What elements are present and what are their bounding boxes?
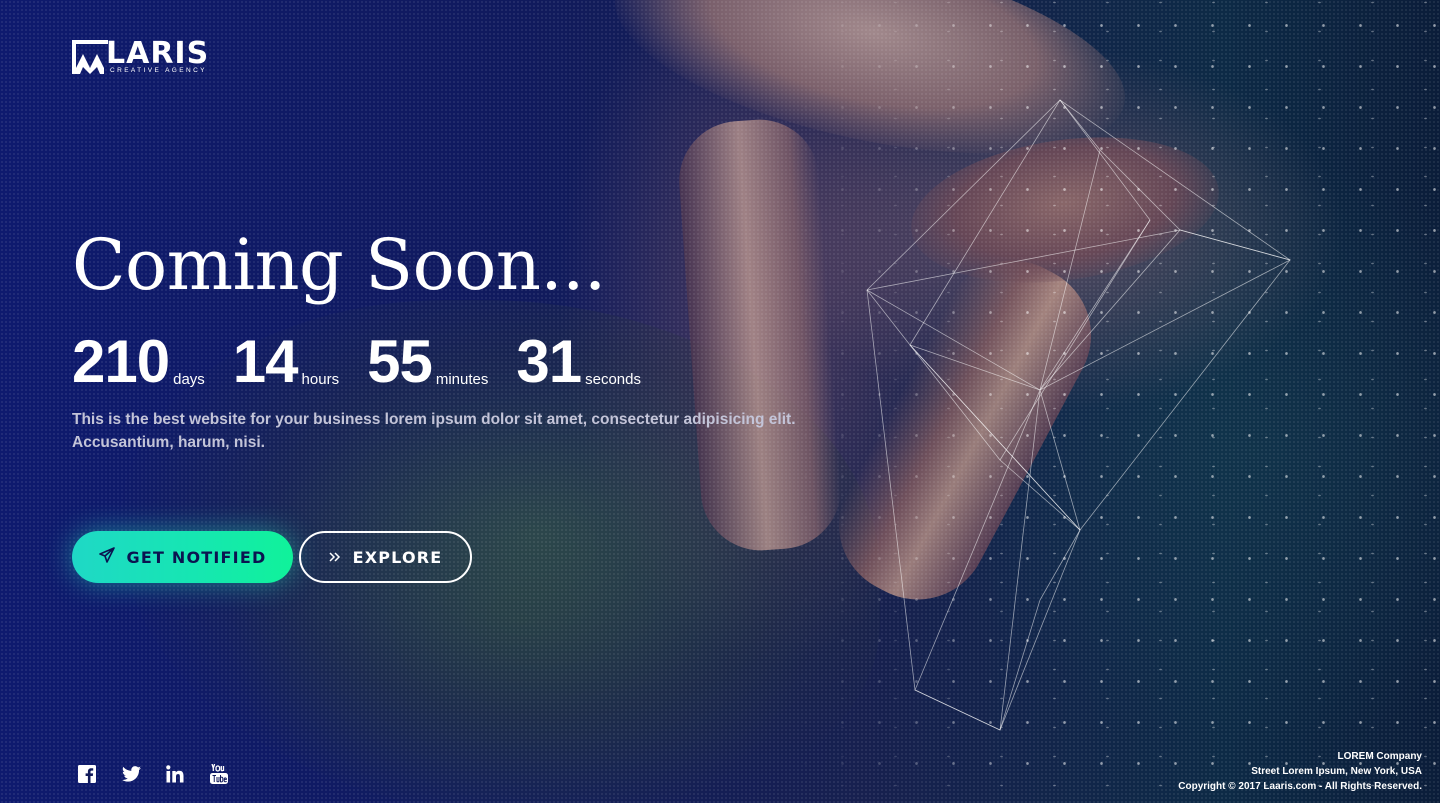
countdown-minutes: 55 minutes	[367, 330, 488, 394]
facebook-icon[interactable]	[78, 764, 122, 784]
get-notified-button[interactable]: GET NOTIFIED	[72, 531, 293, 583]
twitter-icon[interactable]	[122, 764, 166, 784]
get-notified-label: GET NOTIFIED	[126, 547, 267, 567]
page-title: Coming Soon...	[72, 224, 606, 306]
brand-tagline: CREATIVE AGENCY	[110, 67, 207, 74]
social-links	[78, 764, 254, 784]
logo-mark-icon	[72, 40, 108, 74]
explore-button[interactable]: EXPLORE	[299, 531, 472, 583]
brand-logo[interactable]: LARIS CREATIVE AGENCY	[72, 38, 232, 78]
hero-description-line-1: This is the best website for your busine…	[72, 411, 796, 428]
footer-copyright: Copyright © 2017 Laaris.com - All Rights…	[1178, 781, 1422, 792]
countdown-days-value: 210	[72, 328, 170, 395]
countdown-days-label: days	[173, 371, 205, 388]
linkedin-icon[interactable]	[166, 764, 210, 784]
hero-description: This is the best website for your busine…	[72, 408, 812, 454]
countdown-seconds-value: 31	[516, 328, 582, 395]
countdown-minutes-label: minutes	[435, 371, 489, 388]
countdown-seconds: 31 seconds	[516, 330, 641, 394]
footer-info: LOREM Company Street Lorem Ipsum, New Yo…	[1178, 749, 1422, 794]
explore-label: EXPLORE	[352, 547, 443, 567]
double-chevron-right-icon	[329, 548, 341, 567]
countdown-seconds-label: seconds	[585, 371, 641, 388]
countdown-hours-label: hours	[301, 371, 340, 388]
countdown-days: 210 days	[72, 330, 205, 394]
paper-plane-icon	[98, 547, 115, 567]
countdown-timer: 210 days 14 hours 55 minutes 31 seconds	[72, 330, 669, 394]
countdown-hours: 14 hours	[233, 330, 339, 394]
countdown-hours-value: 14	[232, 328, 299, 395]
youtube-icon[interactable]	[210, 764, 254, 784]
footer-company: LOREM Company	[1337, 751, 1422, 762]
brand-name: LARIS	[106, 36, 210, 71]
countdown-minutes-value: 55	[367, 328, 433, 395]
hero-description-line-2: Accusantium, harum, nisi.	[72, 434, 265, 451]
footer-address: Street Lorem Ipsum, New York, USA	[1251, 766, 1422, 777]
